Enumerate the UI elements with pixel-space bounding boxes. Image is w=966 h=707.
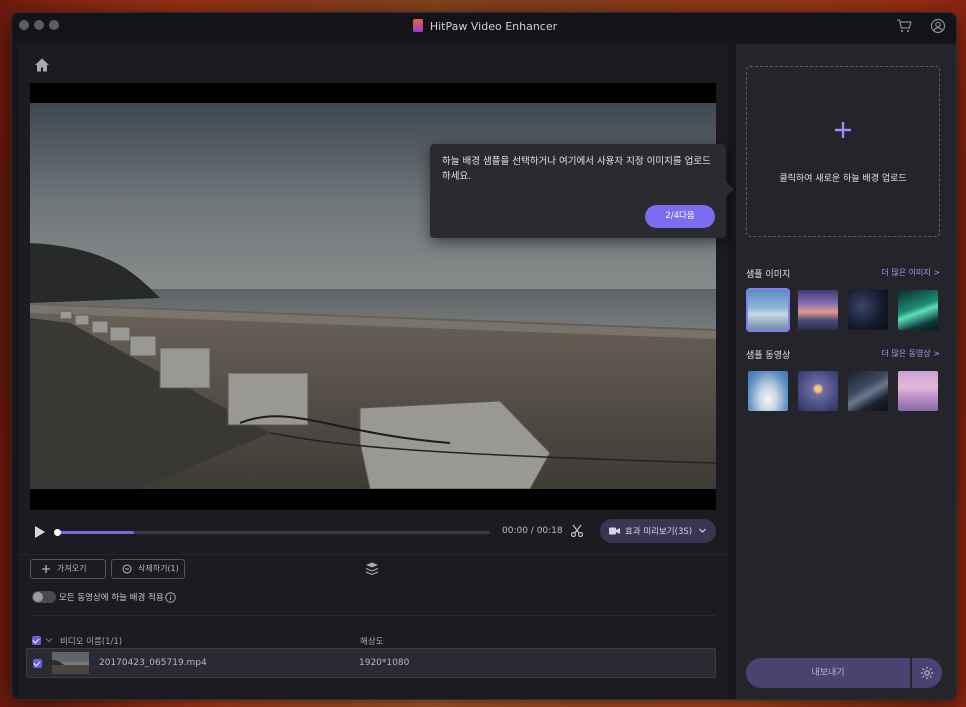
sample-video-2[interactable] <box>798 371 838 411</box>
sample-image-4[interactable] <box>898 290 938 330</box>
video-list-panel: 가져오기 삭제하기(1) 모든 동영상에 하늘 배경 적용 비디오 이름(1/1… <box>18 554 728 699</box>
app-logo-icon <box>412 19 423 32</box>
info-icon[interactable] <box>165 592 176 603</box>
more-videos-link[interactable]: 더 많은 동영상 > <box>882 348 941 359</box>
sample-video-3[interactable] <box>848 371 888 411</box>
video-file-name: 20170423_065719.mp4 <box>99 658 207 668</box>
select-all-checkbox[interactable] <box>32 636 41 645</box>
sample-video-4[interactable] <box>898 371 938 411</box>
upload-label: 클릭하여 새로운 하늘 배경 업로드 <box>779 174 907 184</box>
progress-bar[interactable] <box>54 529 490 536</box>
effect-preview-label: 효과 미리보기(3S) <box>625 527 693 537</box>
layers-icon[interactable] <box>364 561 380 575</box>
row-checkbox[interactable] <box>33 659 42 668</box>
time-display: 00:00 / 00:18 <box>502 526 563 536</box>
preview-panel: 하늘 배경 샘플을 선택하거나 여기에서 사용자 지정 이미지를 업로드하세요.… <box>18 44 734 554</box>
sample-images-title: 샘플 이미지 <box>746 270 791 280</box>
apply-all-label: 모든 동영상에 하늘 배경 적용 <box>59 593 164 603</box>
app-window: HitPaw Video Enhancer 하늘 배경 샘플을 선택하거나 여기… <box>11 12 957 700</box>
delete-label: 삭제하기(1) <box>138 564 179 573</box>
upload-sky-area[interactable]: 클릭하여 새로운 하늘 배경 업로드 <box>746 66 940 237</box>
onboarding-tooltip: 하늘 배경 샘플을 선택하거나 여기에서 사용자 지정 이미지를 업로드하세요.… <box>430 144 734 238</box>
import-button[interactable]: 가져오기 <box>30 559 106 579</box>
play-icon[interactable] <box>34 525 46 539</box>
scissors-icon[interactable] <box>570 524 584 538</box>
title-bar: HitPaw Video Enhancer <box>12 13 956 41</box>
home-icon[interactable] <box>34 57 50 73</box>
sample-videos-title: 샘플 동영상 <box>746 351 791 361</box>
progress-handle[interactable] <box>54 529 61 536</box>
video-camera-icon <box>609 527 620 535</box>
sample-image-1[interactable] <box>746 288 790 332</box>
more-images-link[interactable]: 더 많은 이미지 > <box>882 267 941 278</box>
export-button[interactable]: 내보내기 <box>746 658 910 688</box>
export-settings-button[interactable] <box>912 658 942 688</box>
cart-icon[interactable] <box>896 18 912 34</box>
video-thumbnail <box>52 652 89 674</box>
window-title-text: HitPaw Video Enhancer <box>429 20 558 33</box>
import-label: 가져오기 <box>57 564 87 573</box>
progress-fill <box>56 531 135 534</box>
plus-icon <box>835 122 851 138</box>
chevron-down-icon <box>699 528 706 533</box>
remove-icon <box>122 564 132 574</box>
tooltip-next-button[interactable]: 2/4다음 <box>645 205 715 228</box>
apply-all-toggle[interactable] <box>32 591 56 603</box>
video-resolution: 1920*1080 <box>359 658 410 668</box>
window-title: HitPaw Video Enhancer <box>12 19 956 33</box>
gear-icon <box>920 666 934 680</box>
sample-image-2[interactable] <box>798 290 838 330</box>
list-divider <box>30 615 716 616</box>
effect-preview-dropdown[interactable]: 효과 미리보기(3S) <box>600 519 716 543</box>
column-header-resolution: 해상도 <box>360 637 384 647</box>
plus-icon <box>42 565 50 573</box>
sample-image-3[interactable] <box>848 290 888 330</box>
player-controls: 00:00 / 00:18 효과 미리보기(3S) <box>30 518 716 546</box>
tooltip-text: 하늘 배경 샘플을 선택하거나 여기에서 사용자 지정 이미지를 업로드하세요. <box>442 156 711 182</box>
sky-sidebar: 클릭하여 새로운 하늘 배경 업로드 샘플 이미지 더 많은 이미지 > 샘플 … <box>736 44 956 699</box>
delete-button[interactable]: 삭제하기(1) <box>111 559 185 579</box>
account-icon[interactable] <box>930 18 946 34</box>
sample-video-1[interactable] <box>748 371 788 411</box>
chevron-down-icon[interactable] <box>45 636 53 644</box>
column-header-name: 비디오 이름(1/1) <box>60 637 123 647</box>
toggle-knob <box>33 592 43 602</box>
table-row[interactable]: 20170423_065719.mp4 1920*1080 <box>26 648 716 678</box>
